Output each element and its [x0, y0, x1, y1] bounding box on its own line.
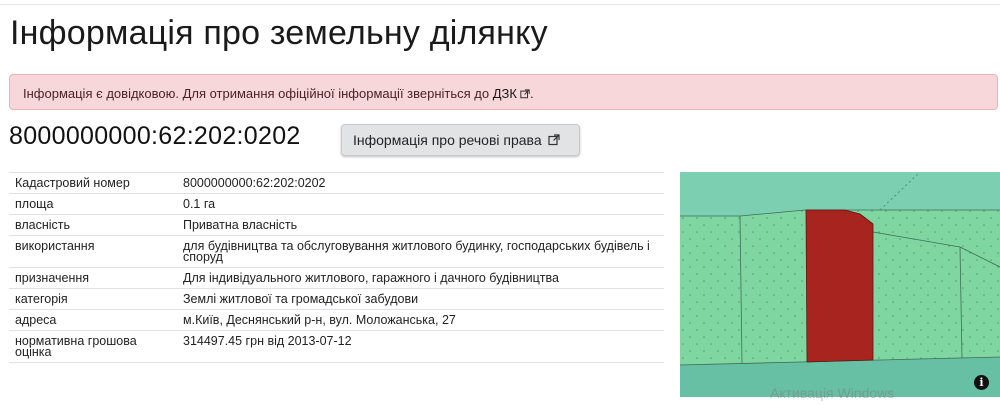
row-value: 8000000000:62:202:0202: [177, 172, 664, 194]
row-key: площа: [9, 193, 177, 215]
map-canvas[interactable]: [680, 172, 1000, 397]
row-key: призначення: [9, 267, 177, 289]
external-link-icon: [520, 89, 530, 99]
table-row: власність Приватна власність: [9, 214, 664, 236]
dzk-link[interactable]: ДЗК: [493, 86, 530, 101]
row-key: нормативна грошова оцінка: [9, 330, 177, 363]
windows-activation-watermark: Активація Windows: [770, 385, 895, 401]
row-value: 314497.45 грн від 2013-07-12: [177, 330, 664, 363]
dzk-link-label[interactable]: ДЗК: [493, 86, 517, 101]
table-row: використання для будівництва та обслугов…: [9, 235, 664, 268]
info-alert: Інформація є довідковою. Для отримання о…: [9, 74, 998, 110]
external-link-icon: [548, 134, 560, 146]
row-key: використання: [9, 235, 177, 268]
row-value: для будівництва та обслуговування житлов…: [177, 235, 664, 268]
cadastral-number-heading: 8000000000:62:202:0202: [9, 122, 301, 150]
property-rights-button-label[interactable]: Інформація про речові права: [353, 132, 542, 148]
alert-text: Інформація є довідковою. Для отримання о…: [23, 86, 490, 101]
parcel-info-table: Кадастровий номер 8000000000:62:202:0202…: [9, 172, 664, 363]
row-value: Землі житлової та громадської забудови: [177, 288, 664, 310]
row-value: Приватна власність: [177, 214, 664, 236]
row-value: 0.1 га: [177, 193, 664, 215]
map-info-icon[interactable]: i: [974, 375, 989, 390]
row-key: власність: [9, 214, 177, 236]
map-top-strip: [680, 172, 1000, 216]
table-row: нормативна грошова оцінка 314497.45 грн …: [9, 330, 664, 363]
row-key: адреса: [9, 309, 177, 331]
selected-parcel[interactable]: [805, 209, 874, 363]
page-title: Інформація про земельну ділянку: [10, 14, 548, 52]
property-rights-button[interactable]: Інформація про речові права: [341, 124, 580, 156]
table-row: площа 0.1 га: [9, 193, 664, 215]
table-row: адреса м.Київ, Деснянський р-н, вул. Мол…: [9, 309, 664, 331]
parcel-map[interactable]: [680, 172, 1000, 397]
row-key: категорія: [9, 288, 177, 310]
row-key: Кадастровий номер: [9, 172, 177, 194]
table-row: Кадастровий номер 8000000000:62:202:0202: [9, 172, 664, 194]
table-row: призначення Для індивідуального житловог…: [9, 267, 664, 289]
top-divider: [0, 0, 1000, 5]
row-value: м.Київ, Деснянський р-н, вул. Моложанськ…: [177, 309, 664, 331]
table-row: категорія Землі житлової та громадської …: [9, 288, 664, 310]
row-value: Для індивідуального житлового, гаражного…: [177, 267, 664, 289]
alert-suffix: .: [529, 86, 534, 101]
